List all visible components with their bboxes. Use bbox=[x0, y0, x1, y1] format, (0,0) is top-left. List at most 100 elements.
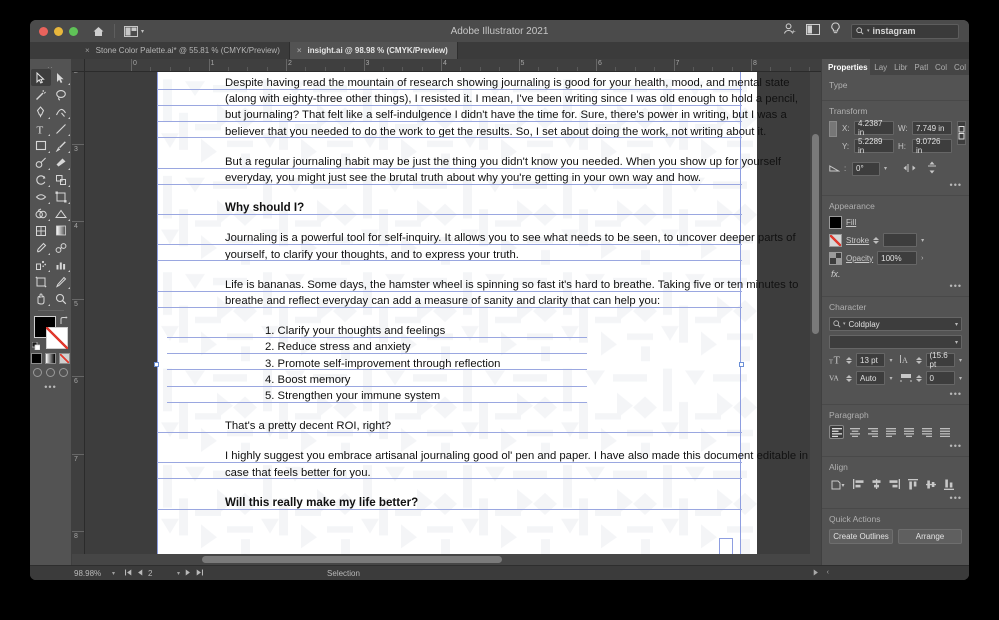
draw-behind-button[interactable] bbox=[46, 368, 55, 377]
justify-last-left-button[interactable] bbox=[883, 425, 898, 439]
justify-all-button[interactable] bbox=[937, 425, 952, 439]
width-tool[interactable] bbox=[31, 188, 51, 205]
kerning-dropdown-icon[interactable]: ▾ bbox=[889, 375, 892, 382]
reference-point-selector[interactable] bbox=[829, 121, 837, 137]
align-top-edges-button[interactable] bbox=[905, 477, 920, 491]
transform-more-options[interactable]: ••• bbox=[829, 180, 962, 190]
search-input[interactable]: ▾ instagram bbox=[851, 23, 959, 39]
page-number-input[interactable]: 2 bbox=[148, 569, 172, 578]
symbol-sprayer-tool[interactable] bbox=[31, 256, 51, 273]
perspective-grid-tool[interactable] bbox=[51, 205, 71, 222]
close-window-button[interactable] bbox=[39, 26, 48, 36]
last-page-icon[interactable] bbox=[196, 569, 204, 578]
tracking-dropdown-icon[interactable]: ▾ bbox=[959, 375, 962, 382]
close-tab-icon[interactable]: × bbox=[297, 46, 302, 55]
screen-mode-icon[interactable] bbox=[806, 22, 820, 40]
align-left-button[interactable] bbox=[829, 425, 844, 439]
align-bottom-edges-button[interactable] bbox=[941, 477, 956, 491]
horizontal-ruler[interactable]: 0123456789 bbox=[72, 59, 821, 72]
canvas-vertical-scrollbar[interactable] bbox=[810, 72, 821, 554]
discover-bulb-icon[interactable] bbox=[830, 22, 841, 40]
angle-dropdown-icon[interactable]: ▾ bbox=[884, 165, 887, 172]
create-outlines-button[interactable]: Create Outlines bbox=[829, 529, 893, 544]
status-resize-icon[interactable]: ‹ bbox=[827, 569, 829, 578]
document-tab-stone-color-palette[interactable]: × Stone Color Palette.ai* @ 55.81 % (CMY… bbox=[78, 42, 290, 59]
align-center-button[interactable] bbox=[847, 425, 862, 439]
arrange-button[interactable]: Arrange bbox=[898, 529, 962, 544]
zoom-dropdown-icon[interactable]: ▾ bbox=[112, 570, 115, 577]
x-input[interactable]: 4.2387 in bbox=[854, 119, 894, 137]
mesh-tool[interactable] bbox=[31, 222, 51, 239]
draw-normal-button[interactable] bbox=[33, 368, 42, 377]
stroke-color-swatch[interactable] bbox=[829, 233, 842, 247]
first-page-icon[interactable] bbox=[125, 569, 132, 578]
flip-horizontal-icon[interactable] bbox=[903, 163, 916, 175]
artboard-tool[interactable] bbox=[31, 273, 51, 290]
selected-path-object[interactable] bbox=[719, 538, 733, 554]
document-tab-insight[interactable]: × insight.ai @ 98.98 % (CMYK/Preview) bbox=[289, 42, 458, 59]
hand-tool[interactable] bbox=[31, 290, 51, 307]
swap-fill-stroke-icon[interactable] bbox=[60, 316, 70, 326]
slice-tool[interactable] bbox=[51, 273, 71, 290]
close-tab-icon[interactable]: × bbox=[85, 46, 90, 55]
draw-inside-button[interactable] bbox=[59, 368, 68, 377]
next-page-icon[interactable] bbox=[185, 569, 191, 578]
drawing-mode-buttons[interactable] bbox=[33, 368, 68, 377]
search-chevron-icon[interactable]: ▾ bbox=[867, 28, 870, 34]
column-graph-tool[interactable] bbox=[51, 256, 71, 273]
eyedropper-tool[interactable] bbox=[31, 239, 51, 256]
height-input[interactable]: 9.0726 in bbox=[912, 137, 952, 155]
rectangle-tool[interactable] bbox=[31, 137, 51, 154]
lasso-tool[interactable] bbox=[51, 86, 71, 103]
line-segment-tool[interactable] bbox=[51, 120, 71, 137]
tab-color[interactable]: Col bbox=[931, 59, 950, 75]
default-fill-stroke-icon[interactable] bbox=[31, 342, 40, 350]
home-icon[interactable] bbox=[92, 25, 105, 38]
opacity-options-icon[interactable]: › bbox=[921, 255, 923, 262]
rotation-angle-input[interactable]: 0° bbox=[852, 161, 880, 176]
stroke-weight-input[interactable] bbox=[883, 233, 918, 247]
leading-dropdown-icon[interactable]: ▾ bbox=[959, 357, 962, 364]
zoom-tool[interactable] bbox=[51, 290, 71, 307]
canvas-horizontal-scrollbar[interactable] bbox=[72, 554, 821, 565]
width-input[interactable]: 7.749 in bbox=[912, 121, 952, 135]
status-next-icon[interactable] bbox=[813, 569, 819, 578]
align-right-button[interactable] bbox=[865, 425, 880, 439]
scale-tool[interactable] bbox=[51, 171, 71, 188]
kerning-input[interactable]: Auto bbox=[856, 371, 886, 385]
selection-anchor-right[interactable] bbox=[739, 362, 744, 367]
font-style-input[interactable]: ▾ bbox=[829, 335, 962, 349]
leading-stepper[interactable] bbox=[915, 356, 922, 364]
zoom-level-value[interactable]: 98.98% bbox=[74, 569, 106, 578]
align-vertical-center-button[interactable] bbox=[923, 477, 938, 491]
arrange-documents-icon[interactable]: ▾ bbox=[124, 25, 144, 37]
document-text[interactable]: Despite having read the mountain of rese… bbox=[157, 72, 810, 554]
user-account-icon[interactable]: + bbox=[783, 22, 796, 40]
prev-page-icon[interactable] bbox=[137, 569, 143, 578]
shaper-tool[interactable] bbox=[31, 154, 51, 171]
fill-color-swatch[interactable] bbox=[829, 216, 842, 229]
shape-builder-tool[interactable] bbox=[31, 205, 51, 222]
tab-pathfinder[interactable]: Patl bbox=[910, 59, 931, 75]
tab-layers[interactable]: Lay bbox=[870, 59, 890, 75]
fill-stroke-swatches[interactable] bbox=[31, 316, 70, 350]
selection-tool[interactable] bbox=[30, 69, 51, 86]
color-mode-button[interactable] bbox=[31, 353, 42, 364]
character-more-options[interactable]: ••• bbox=[829, 389, 962, 399]
align-more-options[interactable]: ••• bbox=[829, 493, 962, 503]
font-size-dropdown-icon[interactable]: ▾ bbox=[889, 357, 892, 364]
font-size-input[interactable]: 13 pt bbox=[856, 353, 886, 367]
font-style-dropdown-icon[interactable]: ▾ bbox=[955, 339, 958, 346]
align-to-selection-icon[interactable]: ▾ bbox=[829, 477, 848, 491]
ruler-corner[interactable] bbox=[72, 59, 85, 71]
justify-last-center-button[interactable] bbox=[901, 425, 916, 439]
eraser-tool[interactable] bbox=[51, 154, 71, 171]
align-horizontal-center-button[interactable] bbox=[869, 477, 884, 491]
flip-vertical-icon[interactable] bbox=[927, 161, 937, 176]
tools-panel-grab-handle[interactable]: ․․ bbox=[47, 62, 54, 70]
font-family-input[interactable]: ▾ Coldplay ▾ bbox=[829, 317, 962, 331]
tab-color-guide[interactable]: Col bbox=[950, 59, 969, 75]
maximize-window-button[interactable] bbox=[69, 26, 78, 36]
kerning-stepper[interactable] bbox=[846, 374, 852, 382]
pen-tool[interactable] bbox=[31, 103, 51, 120]
